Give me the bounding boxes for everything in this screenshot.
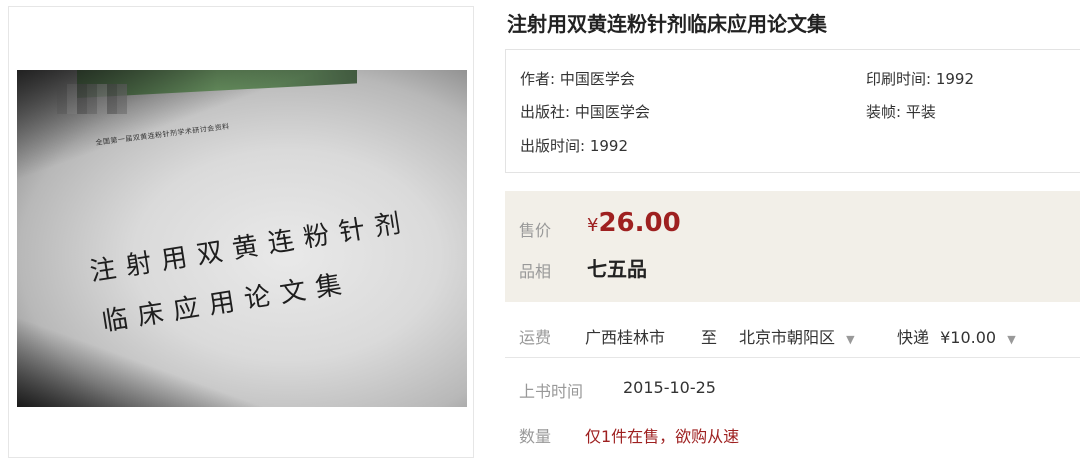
meta-publish-date: 出版时间: 1992 [520, 137, 628, 155]
condition-value: 七五品 [587, 257, 647, 281]
meta-binding: 装帧: 平装 [866, 103, 936, 121]
shipping-destination: 北京市朝阳区 [739, 328, 836, 347]
price: ¥26.00 [587, 208, 681, 238]
shipping-method: 快递 [897, 328, 930, 347]
shipping-label: 运费 [519, 328, 552, 347]
meta-author: 作者: 中国医学会 [520, 70, 635, 88]
product-image-panel: 全国第一届双黄连粉针剂学术研讨会资料 注射用双黄连粉针剂 临床应用论文集 [8, 6, 474, 458]
listing-date-label: 上书时间 [519, 382, 584, 401]
chevron-down-icon: ▼ [846, 333, 855, 346]
price-value: 26.00 [598, 208, 681, 238]
shipping-fee: ¥10.00 [940, 328, 997, 347]
shipping-method-select[interactable]: 快递 ¥10.00 ▼ [897, 324, 1016, 348]
price-box: 售价 ¥26.00 品相 七五品 [505, 191, 1080, 302]
currency-symbol: ¥ [587, 215, 599, 236]
listing-date: 2015-10-25 [623, 378, 716, 397]
shipping-to: 至 [701, 328, 718, 347]
quantity-text: 仅1件在售，欲购从速 [585, 427, 740, 446]
product-photo[interactable]: 全国第一届双黄连粉针剂学术研讨会资料 注射用双黄连粉针剂 临床应用论文集 [17, 70, 467, 407]
book-meta: 作者: 中国医学会 印刷时间: 1992 出版社: 中国医学会 装帧: 平装 出… [505, 49, 1080, 173]
book-title: 注射用双黄连粉针剂临床应用论文集 [507, 12, 827, 36]
meta-publisher[interactable]: 出版社: 中国医学会 [520, 101, 650, 122]
price-label: 售价 [519, 221, 552, 240]
quantity-label: 数量 [519, 427, 552, 446]
shipping-destination-select[interactable]: 北京市朝阳区 ▼ [739, 324, 855, 348]
chevron-down-icon: ▼ [1007, 333, 1016, 346]
shipping-origin: 广西桂林市 [585, 328, 666, 347]
condition-label: 品相 [519, 262, 552, 281]
shipping-row: 运费 广西桂林市 至 北京市朝阳区 ▼ 快递 ¥10.00 ▼ [505, 312, 1080, 358]
meta-print-date: 印刷时间: 1992 [866, 70, 974, 88]
